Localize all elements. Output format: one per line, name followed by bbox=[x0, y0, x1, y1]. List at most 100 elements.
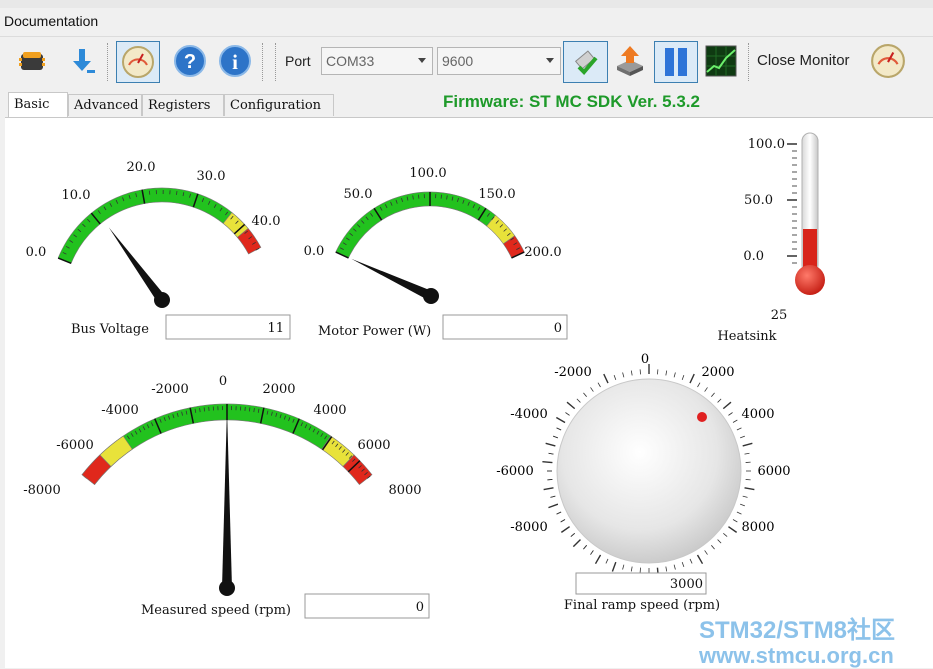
gauge-tick-label: 150.0 bbox=[478, 187, 515, 202]
gauge-minor-tick bbox=[249, 407, 250, 411]
knob-tick bbox=[745, 488, 755, 490]
knob-tick bbox=[577, 399, 581, 403]
gauge-tick-label: 200.0 bbox=[524, 245, 561, 260]
knob-tick bbox=[590, 550, 593, 554]
knob-tick bbox=[550, 496, 555, 497]
knob-tick bbox=[743, 496, 748, 497]
knob-tick bbox=[614, 375, 616, 380]
knob-tick bbox=[561, 520, 565, 523]
gauge-tick-label: 0.0 bbox=[304, 244, 325, 259]
knob-tick bbox=[571, 533, 575, 536]
knob-tick bbox=[674, 565, 675, 570]
knob-indicator bbox=[697, 412, 707, 422]
knob-tick-neg4000: -4000 bbox=[510, 407, 547, 422]
measured-speed-label: Measured speed (rpm) bbox=[141, 603, 291, 618]
knob-tick bbox=[711, 545, 714, 549]
knob-tick bbox=[583, 393, 586, 397]
knob-tick bbox=[705, 550, 708, 554]
knob-tick bbox=[631, 371, 632, 376]
knob-tick bbox=[682, 375, 684, 380]
gauge-tick-label: 0.0 bbox=[26, 245, 47, 260]
knob-tick bbox=[690, 374, 694, 383]
final-ramp-speed-value: 3000 bbox=[670, 577, 703, 592]
knob-tick bbox=[740, 504, 745, 506]
gauge-needle-hub bbox=[154, 292, 170, 308]
gauge-tick-label: 4000 bbox=[313, 403, 346, 418]
knob-tick bbox=[623, 372, 624, 377]
heatsink-thermometer: 100.0 50.0 0.0 25 Heatsink bbox=[717, 133, 825, 344]
gauge-tick-label: 2000 bbox=[262, 382, 295, 397]
knob-tick bbox=[733, 420, 737, 423]
gauge-minor-tick bbox=[176, 191, 177, 195]
measured-speed-gauge: -8000-6000-4000-200002000400060008000 bbox=[23, 374, 421, 596]
knob-tick bbox=[723, 533, 727, 536]
knob-tick bbox=[743, 443, 753, 446]
knob-tick-0: 0 bbox=[641, 352, 649, 367]
gauge-minor-tick bbox=[204, 407, 205, 411]
knob-tick-neg8000: -8000 bbox=[510, 520, 547, 535]
final-ramp-speed-label: Final ramp speed (rpm) bbox=[564, 598, 720, 613]
knob-tick bbox=[666, 371, 667, 376]
knob-tick bbox=[723, 402, 731, 408]
knob-tick bbox=[604, 374, 608, 383]
gauge-needle-hub bbox=[219, 580, 235, 596]
knob-tick-8000: 8000 bbox=[741, 520, 774, 535]
knob-tick bbox=[705, 387, 708, 391]
knob-tick bbox=[549, 453, 554, 454]
knob-tick bbox=[733, 520, 737, 523]
knob-tick bbox=[674, 372, 675, 377]
heatsink-tick-50: 50.0 bbox=[744, 193, 773, 208]
gauge-needle-hub bbox=[423, 288, 439, 304]
knob-tick bbox=[544, 488, 554, 490]
knob-tick bbox=[598, 383, 601, 387]
knob-tick bbox=[546, 443, 556, 446]
knob-tick bbox=[711, 393, 714, 397]
heatsink-value: 25 bbox=[771, 308, 788, 323]
knob-tick bbox=[577, 540, 581, 544]
heatsink-tick-100: 100.0 bbox=[748, 137, 785, 152]
knob-tick bbox=[596, 555, 601, 564]
knob-tick bbox=[631, 567, 632, 572]
gauge-tick-label: 20.0 bbox=[127, 160, 156, 175]
gauge-tick-label: 0 bbox=[219, 374, 227, 389]
knob-tick bbox=[728, 527, 736, 533]
bus-voltage-label: Bus Voltage bbox=[71, 322, 149, 337]
motor-power-field bbox=[443, 315, 567, 339]
gauge-needle bbox=[351, 259, 433, 301]
gauge-tick-label: -8000 bbox=[23, 483, 60, 498]
motor-power-label: Motor Power (W) bbox=[318, 324, 431, 339]
knob-tick bbox=[583, 545, 586, 549]
bus-voltage-value: 11 bbox=[267, 321, 284, 336]
knob-tick-2000: 2000 bbox=[701, 365, 734, 380]
knob-tick bbox=[553, 436, 558, 438]
knob-tick bbox=[606, 559, 608, 564]
knob-tick bbox=[623, 565, 624, 570]
knob-tick-4000: 4000 bbox=[741, 407, 774, 422]
final-ramp-speed-knob[interactable]: 0 2000 4000 6000 8000 -2000 -4000 -6000 … bbox=[496, 352, 790, 578]
knob-tick bbox=[737, 428, 742, 430]
knob-tick bbox=[718, 399, 722, 403]
gauge-needle bbox=[222, 408, 232, 588]
knob-tick bbox=[698, 383, 701, 387]
gauge-tick-label: -2000 bbox=[151, 382, 188, 397]
bus-voltage-gauge: 0.010.020.030.040.0 bbox=[26, 160, 281, 308]
heatsink-label: Heatsink bbox=[717, 329, 776, 344]
gauge-tick-label: 40.0 bbox=[252, 214, 281, 229]
motor-power-value: 0 bbox=[554, 321, 562, 336]
knob-tick bbox=[561, 420, 565, 423]
knob-tick bbox=[728, 412, 732, 415]
watermark-line2: www.stmcu.org.cn bbox=[699, 643, 895, 669]
dashboard-canvas: 0.010.020.030.040.0 Bus Voltage 11 0.050… bbox=[0, 0, 933, 667]
knob-tick bbox=[557, 428, 562, 430]
gauge-tick-label: 8000 bbox=[388, 483, 421, 498]
knob-tick bbox=[557, 512, 562, 514]
watermark-line1: STM32/STM8社区 bbox=[699, 610, 895, 645]
gauge-tick-label: -4000 bbox=[101, 403, 138, 418]
knob-tick bbox=[690, 559, 692, 564]
knob-tick bbox=[590, 387, 593, 391]
gauge-needle bbox=[109, 227, 166, 303]
knob-tick bbox=[718, 540, 722, 544]
gauge-tick-label: 50.0 bbox=[344, 187, 373, 202]
thermometer-bulb bbox=[795, 265, 825, 295]
knob-dial[interactable] bbox=[557, 379, 741, 563]
